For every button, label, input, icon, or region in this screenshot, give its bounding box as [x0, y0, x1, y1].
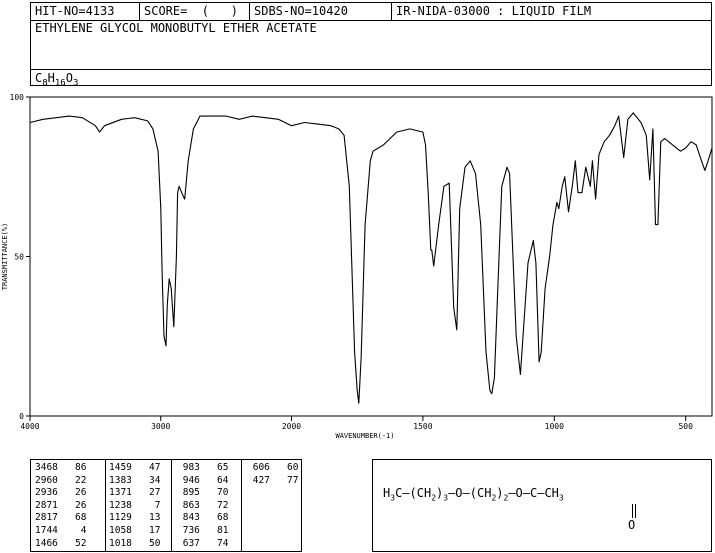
- peak-entry: 1238 7: [109, 499, 161, 511]
- x-tick-label: 4000: [20, 422, 39, 431]
- y-tick-label: 50: [14, 253, 24, 262]
- peak-entry: 983 65: [177, 462, 229, 473]
- peak-column: 3468 86 2960 22 2936 26 2871 26 2817 68 1744 …: [35, 462, 86, 550]
- sdbs-number: SDBS-NO=10420: [249, 3, 391, 20]
- peak-entry: 895 70: [177, 487, 229, 499]
- x-axis-label: WAVENUMBER(-1): [335, 432, 394, 440]
- ir-spectrum-chart: 4000 3000 2000 1500 1000 500100500WAVENUMBER(…: [1, 93, 713, 440]
- peak-entry: 863 72: [177, 499, 229, 511]
- hit-number: HIT-NO=4133: [35, 4, 115, 18]
- x-tick-label: 500: [678, 422, 693, 431]
- spectrum-header: HIT-NO=4133 SCORE= ( ) SDBS-NO=10420 IR-…: [30, 2, 712, 88]
- spectrum-line: [29, 112, 713, 404]
- y-axis-label: TRANSMITTANCE(%): [1, 223, 9, 290]
- peak-entry: 3468 86: [35, 462, 87, 473]
- peak-table-divider: [105, 460, 106, 551]
- structure-box: H3C—(CH2)3—O—(CH2)2—O—C—CH3 O: [372, 459, 712, 552]
- double-bond-line: [635, 504, 636, 518]
- peak-entry: [247, 512, 298, 525]
- peak-entry: 946 64: [177, 474, 229, 486]
- peak-entry: 2817 68: [35, 512, 87, 524]
- peak-entry: 637 74: [177, 537, 229, 549]
- peak-entry: 427 77: [247, 474, 299, 486]
- structural-formula: H3C—(CH2)3—O—(CH2)2—O—C—CH3: [383, 486, 564, 503]
- double-bond-line: [632, 504, 633, 518]
- peak-entry: [247, 538, 298, 551]
- peak-column: 983 65 946 64 895 70 863 72 843 68 736 8…: [177, 462, 229, 550]
- peak-entry: 2960 22: [35, 474, 87, 486]
- peak-entry: 1383 34: [109, 474, 161, 486]
- peak-entry: 1018 50: [109, 537, 161, 549]
- peak-entry: 1744 4: [35, 524, 87, 536]
- peak-column: 1459 47 1383 34 1371 27 1238 7 1129 13 1058 1…: [109, 462, 160, 550]
- compound-name: ETHYLENE GLYCOL MONOBUTYL ETHER ACETATE: [35, 21, 317, 35]
- y-tick-label: 100: [10, 93, 25, 102]
- peak-entry: [247, 487, 298, 500]
- x-tick-label: 3000: [151, 422, 170, 431]
- peak-entry: [247, 525, 298, 538]
- peak-entry: 1371 27: [109, 487, 161, 499]
- x-tick-label: 2000: [282, 422, 301, 431]
- peak-entry: [247, 500, 298, 513]
- x-tick-label: 1000: [545, 422, 564, 431]
- peak-entry: 2936 26: [35, 487, 87, 499]
- y-tick-label: 0: [19, 412, 24, 421]
- measurement-method: IR-NIDA-03000 : LIQUID FILM: [391, 3, 711, 20]
- peak-entry: 843 68: [177, 512, 229, 524]
- peak-entry: 2871 26: [35, 499, 87, 511]
- peak-entry: 1459 47: [109, 462, 161, 473]
- plot-frame: [29, 96, 713, 417]
- peak-table-divider: [241, 460, 242, 551]
- peak-table: 3468 86 2960 22 2936 26 2871 26 2817 68 1744 …: [30, 459, 302, 552]
- peak-entry: 1058 17: [109, 524, 161, 536]
- peak-entry: 1466 52: [35, 537, 87, 549]
- peak-table-divider: [171, 460, 172, 551]
- formula-box: C8H16O3: [31, 69, 711, 88]
- peak-column: 606 60 427 77: [247, 462, 299, 551]
- peak-entry: 1129 13: [109, 512, 161, 524]
- carbonyl-oxygen: O: [628, 518, 636, 532]
- x-tick-label: 1500: [413, 422, 432, 431]
- peak-entry: 736 81: [177, 524, 229, 536]
- score: SCORE= ( ): [139, 3, 249, 20]
- header-info-row: HIT-NO=4133 SCORE= ( ) SDBS-NO=10420 IR-…: [31, 3, 711, 21]
- peak-entry: 606 60: [247, 462, 299, 473]
